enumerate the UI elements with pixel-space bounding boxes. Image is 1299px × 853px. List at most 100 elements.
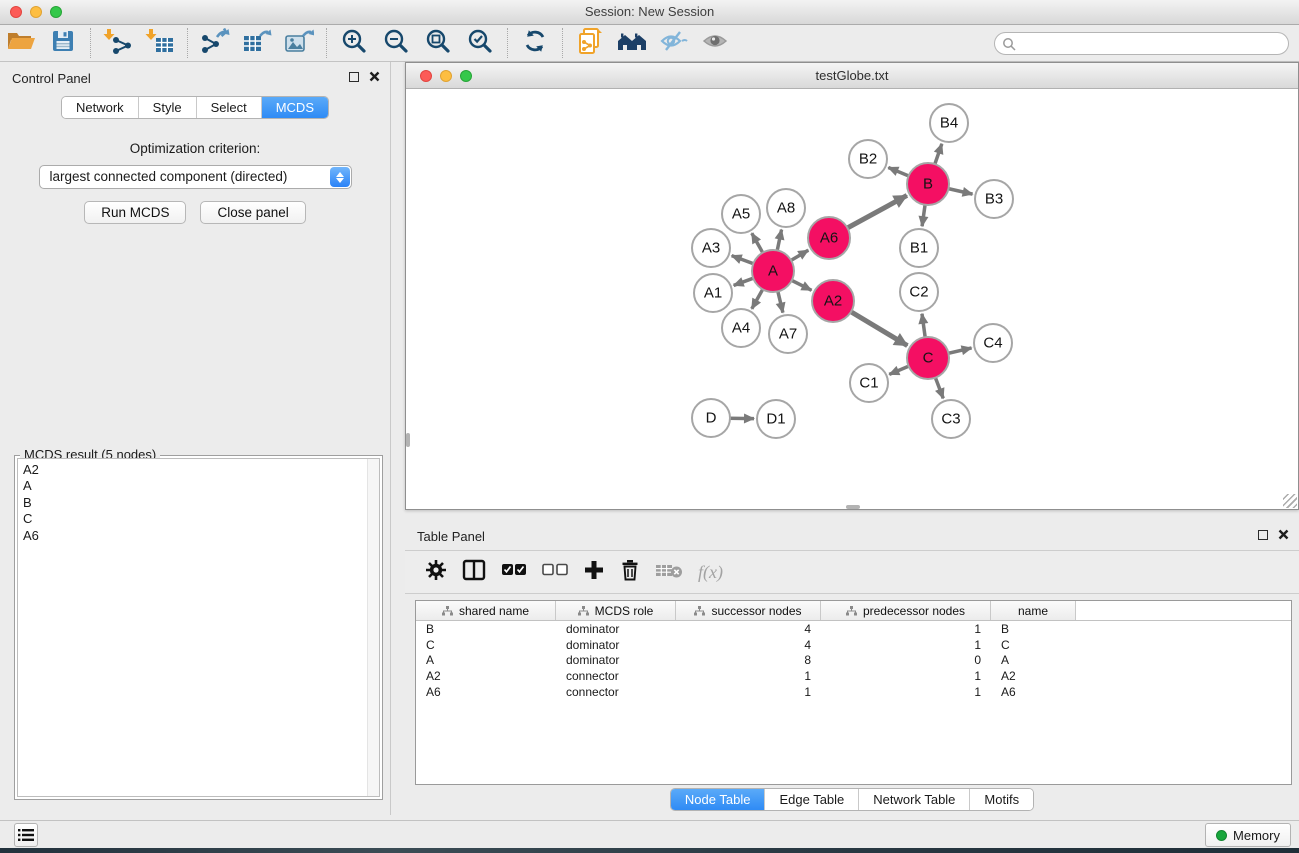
cell-successor_nodes[interactable]: 1 bbox=[676, 685, 821, 699]
graph-node-B1[interactable]: B1 bbox=[900, 229, 938, 267]
cell-shared_name[interactable]: A bbox=[416, 653, 556, 667]
export-image-button[interactable] bbox=[278, 27, 320, 59]
zoom-fit-button[interactable] bbox=[417, 27, 459, 59]
resize-grip[interactable] bbox=[1283, 494, 1297, 508]
criterion-dropdown[interactable]: largest connected component (directed) bbox=[39, 165, 352, 189]
home-network-button[interactable] bbox=[611, 27, 653, 59]
horizontal-scrollbar-thumb[interactable] bbox=[846, 505, 860, 509]
cell-name[interactable]: A bbox=[991, 653, 1076, 667]
deselect-all-rows-icon[interactable] bbox=[542, 563, 568, 582]
function-builder-icon-disabled[interactable]: f(x) bbox=[698, 562, 723, 583]
zoom-in-button[interactable] bbox=[333, 27, 375, 59]
cell-predecessor_nodes[interactable]: 1 bbox=[821, 622, 991, 636]
hide-selected-button[interactable] bbox=[653, 27, 695, 59]
float-panel-icon[interactable] bbox=[349, 72, 359, 82]
graph-node-A2[interactable]: A2 bbox=[812, 280, 854, 322]
cell-name[interactable]: A6 bbox=[991, 685, 1076, 699]
close-panel-button[interactable]: Close panel bbox=[200, 201, 305, 224]
cell-successor_nodes[interactable]: 8 bbox=[676, 653, 821, 667]
search-input[interactable] bbox=[994, 32, 1289, 55]
cell-name[interactable]: C bbox=[991, 638, 1076, 652]
float-panel-icon[interactable] bbox=[1258, 530, 1268, 540]
cell-name[interactable]: B bbox=[991, 622, 1076, 636]
graph-node-B[interactable]: B bbox=[907, 163, 949, 205]
cell-successor_nodes[interactable]: 4 bbox=[676, 638, 821, 652]
task-history-button[interactable] bbox=[14, 823, 38, 847]
table-row[interactable]: Adominator80A bbox=[416, 652, 1291, 668]
graph-node-B4[interactable]: B4 bbox=[930, 104, 968, 142]
cell-predecessor_nodes[interactable]: 1 bbox=[821, 669, 991, 683]
run-mcds-button[interactable]: Run MCDS bbox=[84, 201, 186, 224]
tab-select[interactable]: Select bbox=[197, 97, 262, 118]
graph-node-D[interactable]: D bbox=[692, 399, 730, 437]
graph-node-C2[interactable]: C2 bbox=[900, 273, 938, 311]
result-scrollbar[interactable] bbox=[367, 459, 379, 796]
cell-mcds_role[interactable]: connector bbox=[556, 669, 676, 683]
tab-network-table[interactable]: Network Table bbox=[859, 789, 970, 810]
graph-node-A7[interactable]: A7 bbox=[769, 315, 807, 353]
column-header-successor-nodes[interactable]: successor nodes bbox=[676, 601, 821, 620]
select-all-rows-icon[interactable] bbox=[501, 563, 527, 582]
graph-node-A8[interactable]: A8 bbox=[767, 189, 805, 227]
table-row[interactable]: A6connector11A6 bbox=[416, 684, 1291, 700]
mcds-result-item[interactable]: A bbox=[18, 478, 379, 494]
refresh-view-button[interactable] bbox=[514, 27, 556, 59]
table-row[interactable]: A2connector11A2 bbox=[416, 668, 1291, 684]
vertical-scrollbar-thumb[interactable] bbox=[406, 433, 410, 447]
cell-shared_name[interactable]: A2 bbox=[416, 669, 556, 683]
graph-node-A[interactable]: A bbox=[752, 250, 794, 292]
network-minimize-button[interactable] bbox=[440, 70, 452, 82]
graph-node-A3[interactable]: A3 bbox=[692, 229, 730, 267]
cell-successor_nodes[interactable]: 4 bbox=[676, 622, 821, 636]
add-column-icon[interactable] bbox=[583, 559, 605, 586]
import-table-button[interactable] bbox=[139, 27, 181, 59]
network-window-titlebar[interactable]: testGlobe.txt bbox=[406, 63, 1298, 89]
cell-mcds_role[interactable]: dominator bbox=[556, 653, 676, 667]
cell-shared_name[interactable]: C bbox=[416, 638, 556, 652]
close-window-button[interactable] bbox=[10, 6, 22, 18]
new-network-from-selection-button[interactable] bbox=[569, 27, 611, 59]
graph-node-A5[interactable]: A5 bbox=[722, 195, 760, 233]
cell-shared_name[interactable]: A6 bbox=[416, 685, 556, 699]
mcds-result-item[interactable]: B bbox=[18, 495, 379, 511]
graph-node-D1[interactable]: D1 bbox=[757, 400, 795, 438]
tab-style[interactable]: Style bbox=[139, 97, 197, 118]
zoom-window-button[interactable] bbox=[50, 6, 62, 18]
delete-table-icon-disabled[interactable] bbox=[655, 561, 683, 584]
cell-mcds_role[interactable]: dominator bbox=[556, 622, 676, 636]
mcds-result-item[interactable]: C bbox=[18, 511, 379, 527]
tab-network[interactable]: Network bbox=[62, 97, 139, 118]
close-panel-icon[interactable] bbox=[1278, 529, 1289, 540]
delete-column-trash-icon[interactable] bbox=[620, 559, 640, 586]
tab-node-table[interactable]: Node Table bbox=[671, 789, 766, 810]
graph-node-A1[interactable]: A1 bbox=[694, 274, 732, 312]
table-row[interactable]: Cdominator41C bbox=[416, 637, 1291, 653]
network-canvas[interactable]: AA1A3A4A5A7A8A6A2BB1B2B3B4CC1C2C3C4DD1 bbox=[406, 89, 1298, 509]
graph-node-C1[interactable]: C1 bbox=[850, 364, 888, 402]
network-zoom-button[interactable] bbox=[460, 70, 472, 82]
show-all-button[interactable] bbox=[695, 27, 737, 59]
close-panel-icon[interactable] bbox=[369, 71, 380, 82]
import-network-button[interactable] bbox=[97, 27, 139, 59]
zoom-out-button[interactable] bbox=[375, 27, 417, 59]
cell-mcds_role[interactable]: dominator bbox=[556, 638, 676, 652]
table-row[interactable]: Bdominator41B bbox=[416, 621, 1291, 637]
graph-node-B3[interactable]: B3 bbox=[975, 180, 1013, 218]
graph-node-B2[interactable]: B2 bbox=[849, 140, 887, 178]
tab-mcds[interactable]: MCDS bbox=[262, 97, 328, 118]
export-table-button[interactable] bbox=[236, 27, 278, 59]
tab-motifs[interactable]: Motifs bbox=[970, 789, 1033, 810]
graph-node-C4[interactable]: C4 bbox=[974, 324, 1012, 362]
export-network-button[interactable] bbox=[194, 27, 236, 59]
column-visibility-icon[interactable] bbox=[462, 559, 486, 586]
graph-node-C[interactable]: C bbox=[907, 337, 949, 379]
mcds-result-item[interactable]: A2 bbox=[18, 462, 379, 478]
cell-predecessor_nodes[interactable]: 0 bbox=[821, 653, 991, 667]
zoom-selected-button[interactable] bbox=[459, 27, 501, 59]
open-session-button[interactable] bbox=[0, 27, 42, 59]
network-close-button[interactable] bbox=[420, 70, 432, 82]
minimize-window-button[interactable] bbox=[30, 6, 42, 18]
column-header-name[interactable]: name bbox=[991, 601, 1076, 620]
cell-successor_nodes[interactable]: 1 bbox=[676, 669, 821, 683]
column-header-MCDS-role[interactable]: MCDS role bbox=[556, 601, 676, 620]
